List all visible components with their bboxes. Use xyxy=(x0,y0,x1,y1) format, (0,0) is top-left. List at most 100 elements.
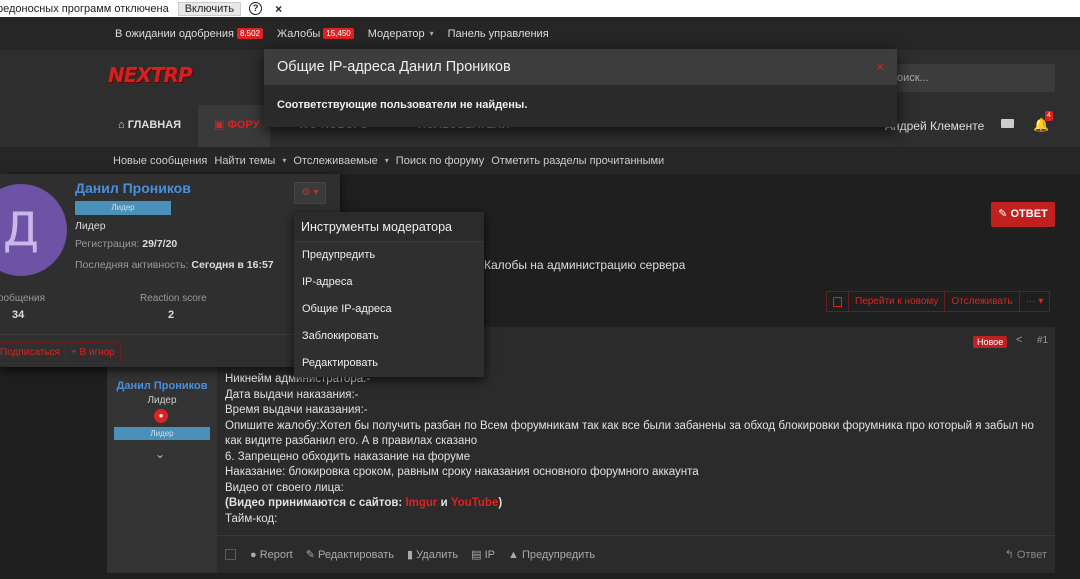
thread-select-checkbox[interactable] xyxy=(827,292,849,311)
warn-label: Предупредить xyxy=(521,548,596,561)
post-reply-label: Ответ xyxy=(1016,549,1047,561)
pencil-icon: ✎ xyxy=(305,549,315,561)
moderator-tools-toggle[interactable]: ⚙ ▾ xyxy=(294,182,326,204)
reply-button[interactable]: ✎ ОТВЕТ xyxy=(991,202,1055,227)
mail-icon[interactable] xyxy=(1001,119,1014,128)
notification-message: редоносных программ отключена xyxy=(0,2,169,15)
awaiting-approval-link[interactable]: В ожидании одобрения 8,502 xyxy=(115,27,264,40)
messages-stat-label: ообщения xyxy=(0,293,46,304)
member-registration: Регистрация: 29/7/20 xyxy=(75,238,177,250)
close-icon[interactable]: × xyxy=(275,2,282,16)
enable-button[interactable]: Включить xyxy=(177,1,242,16)
video-note-prefix: (Видео принимаются с сайтов: xyxy=(225,497,406,509)
post-author-name[interactable]: Данил Проников xyxy=(107,380,217,392)
subnav-label: Отслеживаемые xyxy=(293,154,378,167)
menu-item-ip-addresses[interactable]: IP-адреса xyxy=(294,269,484,296)
sub-nav: Новые сообщения Найти темы ▾ Отслеживаемы… xyxy=(0,147,1080,174)
user-name: Андрей Клементе xyxy=(885,119,985,133)
post-line: Дата выдачи наказания:- xyxy=(225,388,359,401)
youtube-link[interactable]: YouTube xyxy=(451,497,498,509)
gear-icon: ⚙ xyxy=(301,187,311,198)
tab-home-label: ГЛАВНАЯ xyxy=(127,119,182,131)
warn-button[interactable]: ▲ Предупредить xyxy=(508,549,595,561)
post-reply-link[interactable]: ↰ Ответ xyxy=(1005,548,1047,561)
search-input[interactable]: оиск... xyxy=(885,64,1055,92)
shared-ips-modal: Общие IP-адреса Данил Проников × Соответ… xyxy=(264,49,897,127)
thread-actions: Перейти к новому Отслеживать ··· ▾ xyxy=(826,291,1051,312)
subnav-search-forums[interactable]: Поиск по форуму xyxy=(396,155,484,167)
user-account-link[interactable]: Андрей Клементе xyxy=(885,105,984,147)
checkbox-icon xyxy=(833,296,842,307)
member-banner: Лидер xyxy=(75,201,171,215)
moderator-label: Модератор xyxy=(367,27,425,40)
control-panel-link[interactable]: Панель управления xyxy=(448,28,549,40)
post-author-title: Лидер xyxy=(147,395,177,406)
moderator-tools-menu: Инструменты модератора Предупредить IP-а… xyxy=(294,212,484,377)
delete-button[interactable]: ▮ Удалить xyxy=(407,548,459,562)
subnav-label: Поиск по форуму xyxy=(395,154,485,167)
messages-stat-value[interactable]: 34 xyxy=(12,309,24,321)
reports-link[interactable]: Жалобы 15,450 xyxy=(277,28,354,40)
delete-label: Удалить xyxy=(416,548,459,561)
reports-count-badge: 15,450 xyxy=(323,28,354,39)
follow-button[interactable]: Подписаться xyxy=(0,343,66,363)
awaiting-approval-label: В ожидании одобрения xyxy=(115,27,234,40)
chevron-down-icon: ▾ xyxy=(282,156,287,165)
post-author-banner: Лидер xyxy=(114,427,210,440)
tab-home[interactable]: ⌂ ГЛАВНАЯ xyxy=(118,105,181,147)
menu-item-ban[interactable]: Заблокировать xyxy=(294,323,484,350)
subnav-new-posts[interactable]: Новые сообщения xyxy=(113,155,207,167)
awaiting-count-badge: 8,502 xyxy=(236,28,264,39)
subnav-label: Новые сообщения xyxy=(113,154,208,167)
subnav-label: Найти темы xyxy=(214,154,276,167)
last-activity-label: Последняя активность: xyxy=(75,259,189,271)
watch-button[interactable]: Отслеживать xyxy=(945,292,1020,311)
imgur-link[interactable]: Imgur xyxy=(405,497,437,509)
menu-item-shared-ips[interactable]: Общие IP-адреса xyxy=(294,296,484,323)
menu-item-edit[interactable]: Редактировать xyxy=(294,350,484,377)
share-icon[interactable]: < xyxy=(1016,334,1022,346)
close-icon[interactable]: × xyxy=(876,49,884,85)
modal-title: Общие IP-адреса Данил Проников xyxy=(277,59,511,75)
help-icon[interactable]: ? xyxy=(249,2,263,15)
browser-notification-bar: редоносных программ отключена Включить ?… xyxy=(0,0,1080,17)
more-icon: ··· xyxy=(1025,296,1036,307)
staff-bar: В ожидании одобрения 8,502 Жалобы 15,450… xyxy=(0,17,1080,50)
avatar[interactable]: Д xyxy=(0,184,67,276)
forums-icon: ▣ xyxy=(214,119,225,131)
edit-label: Редактировать xyxy=(318,548,395,561)
post-line: Тайм-код: xyxy=(225,512,278,525)
control-panel-label: Панель управления xyxy=(447,27,549,40)
menu-item-warn[interactable]: Предупредить xyxy=(294,242,484,269)
member-tooltip-card: Д Данил Проников Лидер Лидер Регистрация… xyxy=(0,174,340,367)
ignore-button[interactable]: + В игнор xyxy=(66,343,120,363)
moderator-menu[interactable]: Модератор ▾ xyxy=(368,28,434,40)
report-button[interactable]: ● Report xyxy=(250,549,293,561)
site-logo[interactable]: NEXTRP xyxy=(108,63,193,87)
tab-forums[interactable]: ▣ ФОРУ xyxy=(198,105,270,147)
post-video-note: (Видео принимаются с сайтов: Imgur и You… xyxy=(225,496,1045,512)
member-last-activity: Последняя активность: Сегодня в 16:57 xyxy=(75,259,274,271)
post-select-checkbox[interactable] xyxy=(225,549,236,560)
reply-icon: ↰ xyxy=(1004,549,1014,561)
subnav-find-threads[interactable]: Найти темы ▾ xyxy=(214,155,286,167)
reaction-stat-value[interactable]: 2 xyxy=(168,309,174,321)
member-card-actions: Подписаться + В игнор xyxy=(0,342,121,364)
ip-button[interactable]: ▤ IP xyxy=(471,548,496,562)
subnav-watched[interactable]: Отслеживаемые ▾ xyxy=(293,155,388,167)
modal-header: Общие IP-адреса Данил Проников × xyxy=(264,49,897,85)
more-options-button[interactable]: ··· ▾ xyxy=(1020,292,1050,311)
subnav-label: Отметить разделы прочитанными xyxy=(491,154,665,167)
member-name[interactable]: Данил Проников xyxy=(75,180,191,196)
post-number-link[interactable]: #1 xyxy=(1037,335,1048,346)
forum-title[interactable]: Калобы на администрацию сервера xyxy=(484,258,685,272)
edit-button[interactable]: ✎ Редактировать xyxy=(305,548,395,562)
chevron-down-icon: ▾ xyxy=(429,29,434,38)
ip-label: IP xyxy=(484,548,496,561)
subnav-mark-read[interactable]: Отметить разделы прочитанными xyxy=(491,155,664,167)
chevron-down-icon[interactable]: ⌄ xyxy=(155,447,165,461)
chevron-down-icon: ▾ xyxy=(1038,296,1044,307)
goto-new-button[interactable]: Перейти к новому xyxy=(849,292,946,311)
alerts-count-badge: 4 xyxy=(1045,111,1053,121)
trash-icon: ▮ xyxy=(407,549,414,561)
